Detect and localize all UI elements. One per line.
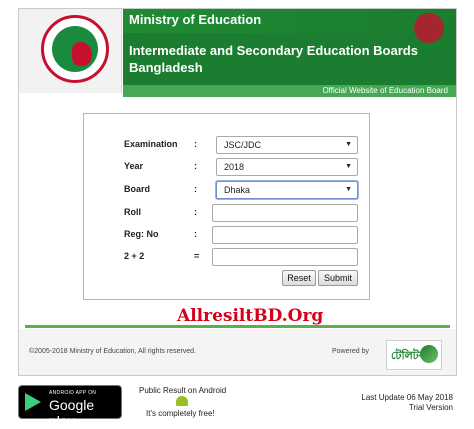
copyright-text: ©2005-2018 Ministry of Education, All ri… (29, 348, 197, 355)
reset-button[interactable]: Reset (282, 270, 316, 286)
footer-divider (25, 325, 450, 328)
seal-center (52, 26, 98, 72)
year-colon: : (194, 161, 197, 171)
result-form: Examination : JSC/JDC ▼ Year : 2018 ▼ Bo… (83, 113, 370, 300)
government-seal-icon (41, 15, 109, 83)
roll-colon: : (194, 207, 197, 217)
year-select[interactable]: 2018 ▼ (216, 158, 358, 176)
examination-value: JSC/JDC (224, 140, 262, 150)
android-icon (176, 396, 188, 406)
header: Ministry of Education Intermediate and S… (19, 9, 456, 97)
year-label: Year (124, 161, 144, 171)
page-frame: Ministry of Education Intermediate and S… (18, 8, 457, 376)
buttons-row: Reset Submit (84, 270, 369, 290)
flag-circle-icon (414, 13, 444, 43)
roll-input[interactable] (212, 204, 358, 222)
gplay-small-text: ANDROID APP ON (49, 390, 97, 396)
examination-colon: : (194, 139, 197, 149)
chevron-down-icon: ▼ (345, 141, 352, 148)
reg-label: Reg: No (124, 229, 159, 239)
captcha-row: 2 + 2 = (84, 248, 369, 268)
examination-select[interactable]: JSC/JDC ▼ (216, 136, 358, 154)
public-result-text: Public Result on Android (139, 386, 227, 395)
year-value: 2018 (224, 162, 245, 172)
roll-row: Roll : (84, 204, 369, 224)
last-update-text: Last Update 06 May 2018 (361, 393, 453, 402)
chevron-down-icon: ▼ (345, 186, 352, 193)
captcha-equals: = (194, 251, 200, 261)
teletalk-logo[interactable]: টেলিটক (386, 340, 442, 370)
roll-label: Roll (124, 207, 141, 217)
free-text: It's completely free! (146, 409, 215, 418)
banner-top-strip: Ministry of Education (123, 9, 456, 43)
submit-button[interactable]: Submit (318, 270, 358, 286)
examination-label: Examination (124, 139, 178, 149)
captcha-label: 2 + 2 (124, 251, 145, 261)
reg-input[interactable] (212, 226, 358, 244)
year-row: Year : 2018 ▼ (84, 158, 369, 178)
watermark-text: AllresiltBD.Org (177, 306, 324, 326)
teletalk-swoosh-icon (420, 345, 438, 363)
chevron-down-icon: ▼ (345, 163, 352, 170)
reg-row: Reg: No : (84, 226, 369, 246)
board-select[interactable]: Dhaka ▼ (216, 181, 358, 199)
google-play-badge[interactable]: ANDROID APP ON Google play (18, 385, 122, 429)
board-title: Intermediate and Secondary Education Boa… (129, 43, 418, 58)
captcha-input[interactable] (212, 248, 358, 266)
play-store-icon (25, 393, 41, 411)
bangladesh-map-icon (72, 42, 92, 66)
header-subbar: Official Website of Education Board (123, 85, 456, 97)
reg-colon: : (194, 229, 197, 239)
board-colon: : (194, 184, 197, 194)
header-banner: Ministry of Education Intermediate and S… (123, 9, 456, 85)
logo-panel (19, 9, 122, 93)
official-website-label: Official Website of Education Board (322, 86, 448, 95)
powered-by-label: Powered by (332, 348, 369, 355)
ministry-title: Ministry of Education (129, 12, 262, 27)
board-row: Board : Dhaka ▼ (84, 181, 369, 201)
gplay-big-text: Google play (49, 397, 95, 429)
examination-row: Examination : JSC/JDC ▼ (84, 136, 369, 156)
trial-version-text: Trial Version (408, 403, 453, 412)
board-value: Dhaka (224, 185, 251, 195)
board-label: Board (124, 184, 151, 194)
country-title: Bangladesh (129, 60, 203, 75)
